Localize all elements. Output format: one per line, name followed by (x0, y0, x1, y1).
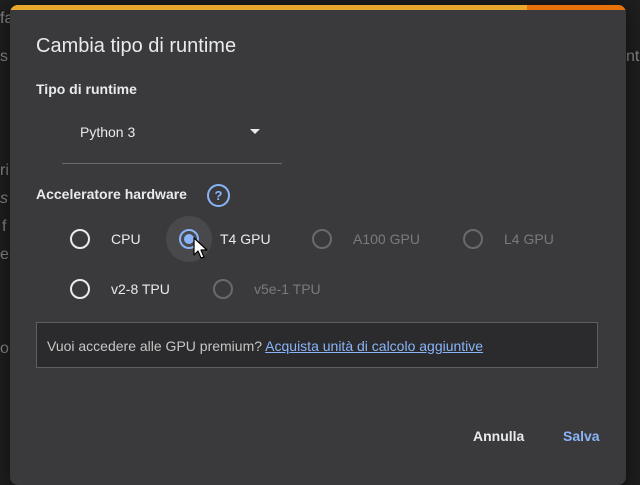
background-text: s (0, 190, 8, 207)
runtime-type-value: Python 3 (80, 124, 136, 140)
radio-v2-8-tpu[interactable] (70, 279, 90, 299)
background-text: f (2, 218, 7, 235)
dropdown-caret-icon (250, 129, 260, 134)
save-button[interactable]: Salva (563, 428, 600, 444)
runtime-dialog: Cambia tipo di runtime Tipo di runtime P… (10, 5, 626, 485)
buy-compute-units-link[interactable]: Acquista unità di calcolo aggiuntive (265, 338, 483, 354)
radio-label-v5e-1-tpu[interactable]: v5e-1 TPU (254, 281, 321, 297)
radio-label-l4-gpu[interactable]: L4 GPU (504, 231, 554, 247)
cancel-button[interactable]: Annulla (473, 428, 524, 444)
background-text: s (0, 48, 8, 65)
progress-fill (10, 5, 528, 10)
hardware-accelerator-label: Acceleratore hardware (36, 186, 187, 202)
radio-label-a100-gpu[interactable]: A100 GPU (353, 231, 420, 247)
radio-v5e-1-tpu[interactable] (213, 279, 233, 299)
radio-label-v2-8-tpu[interactable]: v2-8 TPU (111, 281, 170, 297)
premium-gpu-banner: Vuoi accedere alle GPU premium? Acquista… (36, 322, 598, 368)
radio-cpu[interactable] (70, 229, 90, 249)
progress-remainder (527, 5, 626, 10)
background-text: ri (0, 162, 9, 179)
premium-gpu-prompt: Vuoi accedere alle GPU premium? (47, 338, 266, 354)
mouse-pointer-icon (193, 237, 208, 259)
radio-l4-gpu[interactable] (463, 229, 483, 249)
radio-a100-gpu[interactable] (312, 229, 332, 249)
radio-label-t4-gpu[interactable]: T4 GPU (220, 231, 271, 247)
dialog-title: Cambia tipo di runtime (36, 35, 237, 57)
radio-label-cpu[interactable]: CPU (111, 231, 141, 247)
progress-bar (10, 5, 626, 10)
background-text: nt (626, 48, 640, 65)
background-text: e (0, 246, 9, 263)
runtime-type-label: Tipo di runtime (36, 81, 137, 97)
help-icon[interactable]: ? (207, 184, 230, 207)
runtime-type-select[interactable]: Python 3 (62, 115, 282, 164)
